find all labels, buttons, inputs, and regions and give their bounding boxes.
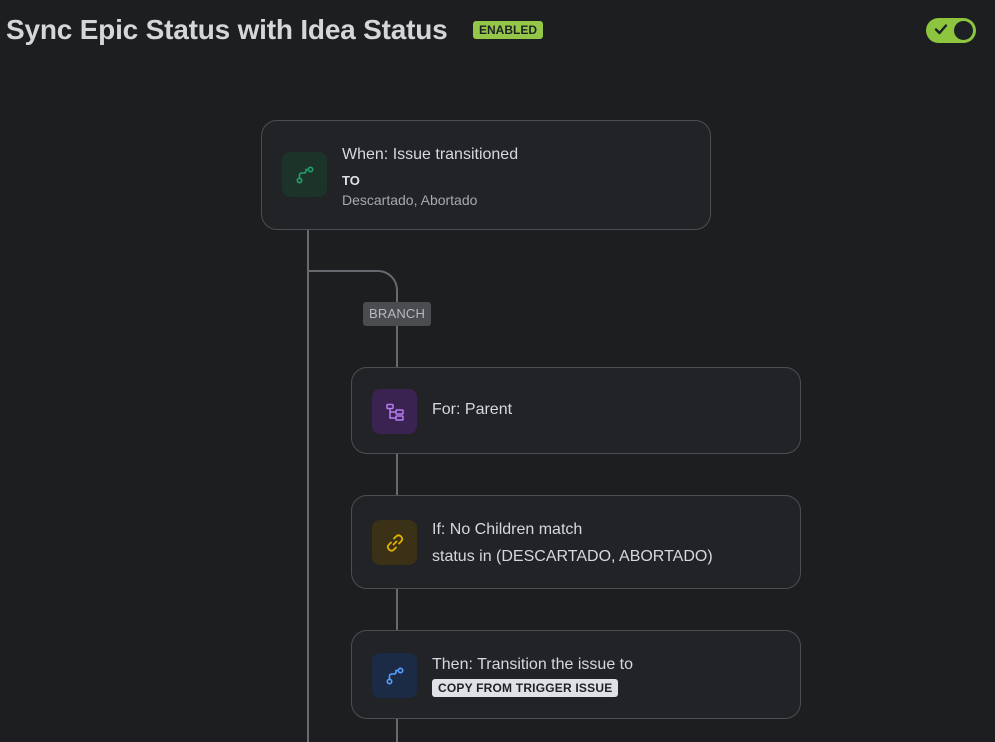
transition-icon: [295, 165, 314, 184]
page-title: Sync Epic Status with Idea Status: [6, 14, 448, 45]
toggle-knob: [954, 21, 973, 40]
branch-flow-line-4: [396, 718, 398, 742]
action-chip-row: COPY FROM TRIGGER ISSUE: [432, 679, 619, 697]
trigger-icon-box: [282, 152, 327, 197]
branch-flow-line-3: [396, 588, 398, 631]
branch-flow-line-2: [396, 453, 398, 496]
action-icon-box: [372, 653, 417, 698]
trigger-to-value: Descartado, Abortado: [342, 192, 478, 208]
branch-label: BRANCH: [363, 302, 432, 326]
link-icon: [386, 533, 403, 552]
copy-from-trigger-chip: COPY FROM TRIGGER ISSUE: [432, 679, 619, 697]
action-title: Then: Transition the issue to: [432, 656, 633, 673]
trigger-card[interactable]: When: Issue transitioned TO Descartado, …: [261, 120, 711, 230]
condition-icon-box: [372, 520, 417, 565]
for-parent-card[interactable]: For: Parent: [351, 367, 801, 454]
branch-flow-line-1: [396, 326, 398, 368]
trigger-title: When: Issue transitioned: [342, 146, 519, 163]
hierarchy-icon: [385, 403, 404, 421]
for-icon-box: [372, 389, 417, 434]
condition-card[interactable]: If: No Children match status in (DESCART…: [351, 495, 801, 589]
status-badge: ENABLED: [473, 21, 544, 39]
trigger-to-label: TO: [342, 173, 360, 188]
transition-icon: [385, 666, 404, 685]
condition-title: If: No Children match: [432, 521, 583, 538]
for-title: For: Parent: [432, 401, 513, 418]
check-icon: [934, 24, 948, 35]
enable-toggle[interactable]: [926, 18, 976, 43]
condition-detail: status in (DESCARTADO, ABORTADO): [432, 548, 713, 565]
action-card[interactable]: Then: Transition the issue to COPY FROM …: [351, 630, 801, 719]
